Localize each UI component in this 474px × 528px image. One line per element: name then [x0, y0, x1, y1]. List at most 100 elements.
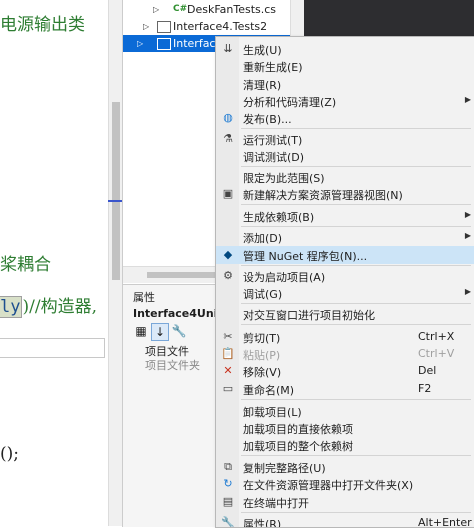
- context-menu: ⇊ 生成(U) 重新生成(E) 清理(R) 分析和代码清理(Z) ▶ ◍ 发布(B).…: [215, 36, 474, 528]
- menu-item-label: 添加(D): [243, 232, 283, 245]
- nuget-icon: ◆: [223, 248, 233, 261]
- menu-item-label: 对交互窗口进行项目初始化: [243, 309, 375, 322]
- menu-item-label: 调试(G): [243, 288, 283, 301]
- project-icon: [157, 21, 171, 33]
- menu-item-debug[interactable]: 调试(G) ▶: [216, 284, 474, 302]
- menu-item-build-dependencies[interactable]: 生成依赖项(B) ▶: [216, 207, 474, 225]
- open-folder-icon: ↻: [223, 477, 233, 490]
- menu-item-publish[interactable]: ◍ 发布(B)...: [216, 109, 474, 127]
- rename-icon: ▭: [222, 382, 234, 395]
- menu-item-scope-to-this[interactable]: 限定为此范围(S): [216, 168, 474, 186]
- terminal-icon: ▤: [222, 495, 234, 508]
- editor-scroll-thumb[interactable]: [112, 102, 120, 280]
- menu-item-load-direct-deps[interactable]: 加载项目的直接依赖项: [216, 419, 474, 437]
- property-name[interactable]: 项目文件夹: [145, 357, 200, 373]
- menu-item-cut[interactable]: ✂ 剪切(T) Ctrl+X: [216, 328, 474, 346]
- menu-item-shortcut: F2: [418, 382, 432, 395]
- menu-separator: [241, 204, 471, 205]
- expand-arrow-icon[interactable]: ▷: [143, 18, 149, 35]
- properties-object-selector[interactable]: Interface4UnitTe: [133, 307, 219, 320]
- test-flask-icon: ⚗: [223, 132, 233, 145]
- menu-item-label: 分析和代码清理(Z): [243, 96, 337, 109]
- menu-item-init-interactive[interactable]: 对交互窗口进行项目初始化: [216, 305, 474, 323]
- menu-item-label: 属性(R): [243, 518, 282, 528]
- menu-item-add[interactable]: 添加(D) ▶: [216, 228, 474, 246]
- paste-icon: 📋: [221, 347, 235, 360]
- menu-item-debug-tests[interactable]: 调试测试(D): [216, 147, 474, 165]
- copy-path-icon: ⧉: [224, 460, 232, 473]
- menu-item-label: 调试测试(D): [243, 151, 305, 164]
- menu-item-open-in-explorer[interactable]: ↻ 在文件资源管理器中打开文件夹(X): [216, 475, 474, 493]
- menu-separator: [241, 226, 471, 227]
- wrench-icon: 🔧: [221, 516, 235, 528]
- properties-title: 属性: [133, 291, 155, 304]
- scissors-icon: ✂: [223, 330, 233, 343]
- menu-item-label: 在终端中打开: [243, 497, 309, 510]
- tree-item-deskfantests[interactable]: ▷ C# DeskFanTests.cs: [123, 1, 305, 18]
- menu-item-open-in-terminal[interactable]: ▤ 在终端中打开: [216, 493, 474, 511]
- menu-item-rename[interactable]: ▭ 重命名(M) F2: [216, 380, 474, 398]
- categorized-icon[interactable]: ▦: [133, 323, 149, 339]
- menu-separator: [241, 303, 471, 304]
- menu-item-shortcut: Alt+Enter: [418, 516, 472, 528]
- background-document-area: [304, 0, 474, 36]
- menu-item-label: 新建解决方案资源管理器视图(N): [243, 189, 403, 202]
- menu-item-new-explorer-view[interactable]: ▣ 新建解决方案资源管理器视图(N): [216, 185, 474, 203]
- code-editor[interactable]: 电源输出类 桨耦合 ly)//构造器, ();: [0, 0, 108, 526]
- menu-item-build[interactable]: ⇊ 生成(U): [216, 40, 474, 58]
- menu-separator: [241, 512, 471, 513]
- menu-item-paste[interactable]: 📋 粘贴(P) Ctrl+V: [216, 345, 474, 363]
- menu-item-rebuild[interactable]: 重新生成(E): [216, 57, 474, 75]
- expand-arrow-icon[interactable]: ▷: [153, 1, 159, 18]
- menu-item-label: 限定为此范围(S): [243, 172, 325, 185]
- menu-item-label: 剪切(T): [243, 332, 281, 345]
- menu-item-unload-project[interactable]: 卸载项目(L): [216, 402, 474, 420]
- menu-separator: [241, 265, 471, 266]
- tree-item-label: Interface4.Tests2: [173, 20, 268, 33]
- scroll-position-marker: [108, 200, 122, 202]
- menu-item-label: 运行测试(T): [243, 134, 303, 147]
- project-icon: [157, 38, 171, 50]
- menu-item-load-dep-tree[interactable]: 加载项目的整个依赖树: [216, 436, 474, 454]
- tree-item-label: DeskFanTests.cs: [187, 3, 277, 16]
- menu-item-label: 清理(R): [243, 79, 282, 92]
- menu-item-set-startup[interactable]: ⚙ 设为启动项目(A): [216, 267, 474, 285]
- menu-item-manage-nuget[interactable]: ◆ 管理 NuGet 程序包(N)...: [216, 246, 474, 264]
- highlighted-token: ly: [0, 296, 23, 318]
- submenu-arrow-icon: ▶: [464, 95, 471, 104]
- menu-separator: [241, 399, 471, 400]
- sort-alpha-icon[interactable]: ↓: [151, 323, 169, 341]
- expand-arrow-icon[interactable]: ▷: [137, 35, 143, 52]
- menu-separator: [241, 455, 471, 456]
- editor-line-box: [0, 338, 105, 358]
- menu-item-label: 发布(B)...: [243, 113, 292, 126]
- submenu-arrow-icon: ▶: [464, 287, 471, 296]
- menu-item-copy-full-path[interactable]: ⧉ 复制完整路径(U): [216, 458, 474, 476]
- wrench-icon[interactable]: 🔧: [171, 323, 187, 339]
- code-line: ly)//构造器,: [0, 292, 97, 318]
- menu-item-label: 加载项目的整个依赖树: [243, 440, 353, 453]
- menu-item-run-tests[interactable]: ⚗ 运行测试(T): [216, 130, 474, 148]
- remove-x-icon: ✕: [223, 364, 233, 377]
- menu-item-analyze[interactable]: 分析和代码清理(Z) ▶: [216, 92, 474, 110]
- menu-item-label: 重命名(M): [243, 384, 295, 397]
- gear-icon: ⚙: [223, 269, 233, 282]
- menu-item-shortcut: Del: [418, 364, 437, 377]
- code-comment-text: )//构造器,: [22, 297, 97, 317]
- new-view-icon: ▣: [222, 187, 234, 200]
- menu-separator: [241, 166, 471, 167]
- menu-item-shortcut: Ctrl+X: [418, 330, 455, 343]
- menu-item-label: 卸载项目(L): [243, 406, 302, 419]
- code-comment-line: 电源输出类: [0, 15, 85, 35]
- tree-item-interface4-tests2[interactable]: ▷ Interface4.Tests2: [123, 18, 305, 35]
- menu-item-label: 生成依赖项(B): [243, 211, 315, 224]
- submenu-arrow-icon: ▶: [464, 231, 471, 240]
- menu-separator: [241, 128, 471, 129]
- menu-separator: [241, 324, 471, 325]
- editor-scrollbar[interactable]: [108, 0, 123, 526]
- csharp-file-icon: C#: [173, 4, 188, 14]
- menu-item-clean[interactable]: 清理(R): [216, 75, 474, 93]
- menu-item-remove[interactable]: ✕ 移除(V) Del: [216, 362, 474, 380]
- menu-item-label: 移除(V): [243, 366, 282, 379]
- properties-panel: 属性 Interface4UnitTe ▦ ↓ 🔧 项目文件 项目文件夹: [122, 284, 219, 527]
